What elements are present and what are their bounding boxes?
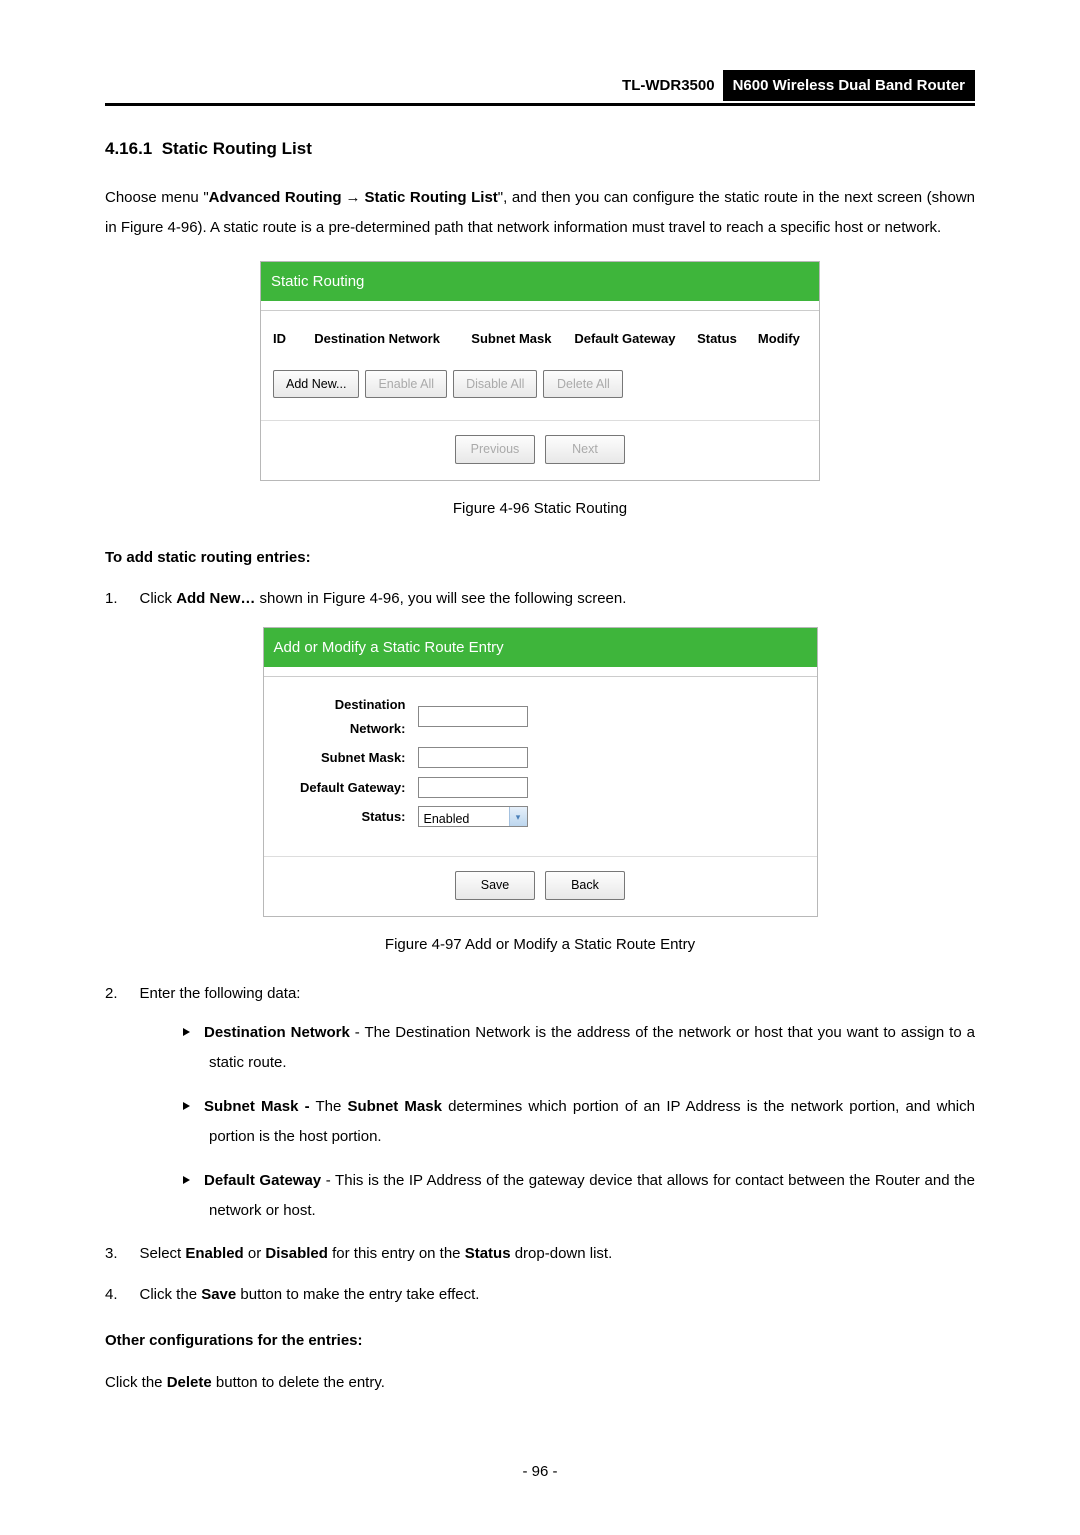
save-button[interactable]: Save [455, 871, 535, 900]
steps-list: 1. Click Add New… shown in Figure 4-96, … [105, 585, 975, 614]
bullet-dest: Destination Network - The Destination Ne… [143, 1018, 975, 1078]
steps-list-cont: 2. Enter the following data: Destination… [105, 980, 975, 1310]
col-status: Status [697, 327, 758, 350]
add-entries-heading: To add static routing entries: [105, 544, 975, 571]
page-number: - 96 - [105, 1458, 975, 1485]
section-title: Static Routing List [162, 139, 312, 158]
col-id: ID [273, 327, 314, 350]
label-gw: Default Gateway: [278, 776, 418, 799]
figure-97: Add or Modify a Static Route Entry Desti… [105, 627, 975, 916]
step-2: 2. Enter the following data: Destination… [105, 980, 975, 1227]
back-button[interactable]: Back [545, 871, 625, 900]
status-value: Enabled [419, 807, 509, 826]
step-1: 1. Click Add New… shown in Figure 4-96, … [105, 585, 975, 614]
next-button[interactable]: Next [545, 435, 625, 464]
step-4: 4. Click the Save button to make the ent… [105, 1281, 975, 1310]
label-mask: Subnet Mask: [278, 746, 418, 769]
bullet-icon [183, 1028, 190, 1036]
col-gw: Default Gateway [574, 327, 697, 350]
arrow-icon: → [342, 189, 365, 206]
previous-button[interactable]: Previous [455, 435, 535, 464]
document-header: TL-WDR3500 N600 Wireless Dual Band Route… [105, 70, 975, 106]
mask-input[interactable] [418, 747, 528, 768]
figure-97-caption: Figure 4-97 Add or Modify a Static Route… [105, 931, 975, 958]
other-config-text: Click the Delete button to delete the en… [105, 1368, 975, 1398]
bullet-icon [183, 1176, 190, 1184]
bullet-gw: Default Gateway - This is the IP Address… [143, 1166, 975, 1226]
section-number: 4.16.1 [105, 139, 152, 158]
col-mask: Subnet Mask [471, 327, 574, 350]
panel-title: Static Routing [261, 262, 819, 301]
pager-row: Previous Next [261, 420, 819, 480]
delete-all-button[interactable]: Delete All [543, 370, 623, 399]
dest-input[interactable] [418, 706, 528, 727]
enable-all-button[interactable]: Enable All [365, 370, 447, 399]
figure-96: Static Routing ID Destination Network Su… [105, 261, 975, 481]
bullet-icon [183, 1102, 190, 1110]
intro-paragraph: Choose menu "Advanced Routing→Static Rou… [105, 183, 975, 243]
panel-title: Add or Modify a Static Route Entry [264, 628, 817, 667]
gateway-input[interactable] [418, 777, 528, 798]
other-config-heading: Other configurations for the entries: [105, 1327, 975, 1354]
product-label: N600 Wireless Dual Band Router [723, 70, 975, 101]
label-dest: Destination Network: [278, 693, 418, 740]
label-status: Status: [278, 805, 418, 828]
bullet-mask: Subnet Mask - The Subnet Mask determines… [143, 1092, 975, 1152]
col-dest: Destination Network [314, 327, 471, 350]
add-new-button[interactable]: Add New... [273, 370, 359, 399]
status-select[interactable]: Enabled ▾ [418, 806, 528, 827]
disable-all-button[interactable]: Disable All [453, 370, 537, 399]
chevron-down-icon: ▾ [509, 807, 527, 826]
section-heading: 4.16.1 Static Routing List [105, 134, 975, 165]
button-row: Add New... Enable All Disable All Delete… [261, 370, 819, 421]
step-3: 3. Select Enabled or Disabled for this e… [105, 1240, 975, 1269]
figure-96-caption: Figure 4-96 Static Routing [105, 495, 975, 522]
table-header: ID Destination Network Subnet Mask Defau… [261, 311, 819, 370]
form-button-row: Save Back [264, 856, 817, 916]
model-label: TL-WDR3500 [614, 70, 723, 101]
step-2-sublist: Destination Network - The Destination Ne… [143, 1018, 975, 1226]
col-modify: Modify [758, 327, 807, 350]
